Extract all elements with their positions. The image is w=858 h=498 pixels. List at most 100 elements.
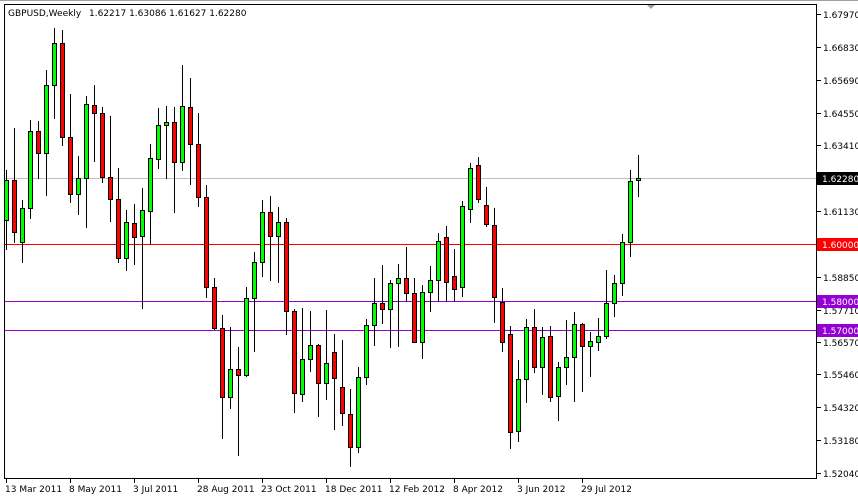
candle xyxy=(28,120,33,219)
price-tick-label: 1.53180 xyxy=(823,437,858,447)
candle-body xyxy=(260,212,265,263)
candle xyxy=(548,326,553,402)
candle-body xyxy=(132,223,137,238)
candle-body xyxy=(572,324,577,358)
candle-body xyxy=(140,210,145,237)
candle-body xyxy=(188,107,193,145)
candle-body xyxy=(276,222,281,237)
time-tick-label: 3 Jun 2012 xyxy=(517,485,565,495)
candle-body xyxy=(172,122,177,163)
candle-body xyxy=(116,199,121,259)
time-tick-label: 13 Mar 2011 xyxy=(5,485,62,495)
candle-body xyxy=(620,242,625,284)
level-label-text: 1.58000 xyxy=(822,298,858,308)
candle-body xyxy=(332,352,337,379)
candle-body xyxy=(268,212,273,237)
candle-body xyxy=(36,131,41,154)
candle-body xyxy=(52,43,57,86)
candle-body xyxy=(108,177,113,200)
candle-body xyxy=(460,206,465,288)
price-tick-label: 1.61130 xyxy=(823,208,858,218)
candle-body xyxy=(468,168,473,210)
price-tick-label: 1.52040 xyxy=(823,470,858,480)
candle-body xyxy=(252,262,257,299)
candle-body xyxy=(500,302,505,343)
level-label-text: 1.57000 xyxy=(822,327,858,337)
candle xyxy=(60,30,65,146)
candle-body xyxy=(316,345,321,384)
candle-body xyxy=(284,222,289,312)
candle-body xyxy=(92,105,97,114)
candle-body xyxy=(44,85,49,154)
candle-body xyxy=(324,363,329,384)
candle-body xyxy=(412,293,417,343)
candle-body xyxy=(604,303,609,337)
candle xyxy=(204,185,209,298)
candle-body xyxy=(20,208,25,243)
candle-body xyxy=(380,303,385,310)
time-tick-label: 18 Dec 2011 xyxy=(325,485,383,495)
candle-body xyxy=(428,280,433,293)
time-tick-label: 23 Oct 2011 xyxy=(261,485,317,495)
candle-body xyxy=(220,328,225,398)
price-tick-label: 1.55460 xyxy=(823,371,858,381)
candle-body xyxy=(348,414,353,448)
candle-body xyxy=(628,181,633,243)
candle-body xyxy=(516,379,521,432)
candle-body xyxy=(388,283,393,310)
candle-body xyxy=(244,298,249,376)
candle-body xyxy=(524,327,529,380)
candle-body xyxy=(356,377,361,448)
candle-body xyxy=(476,165,481,200)
candle-body xyxy=(636,178,641,181)
candle-body xyxy=(420,292,425,343)
candle xyxy=(100,107,105,183)
level-label-text: 1.62280 xyxy=(822,175,858,185)
time-tick-label: 3 Jul 2011 xyxy=(133,485,178,495)
price-tick-label: 1.56570 xyxy=(823,339,858,349)
price-tick-label: 1.64550 xyxy=(823,110,858,120)
candle-body xyxy=(612,283,617,304)
candle-body xyxy=(308,345,313,360)
candle-body xyxy=(492,225,497,298)
price-tick-label: 1.66830 xyxy=(823,44,858,54)
candle-body xyxy=(364,325,369,378)
time-tick-label: 28 Aug 2011 xyxy=(197,485,255,495)
candle-body xyxy=(532,327,537,368)
time-tick-label: 12 Feb 2012 xyxy=(389,485,445,495)
price-tick-label: 1.67970 xyxy=(823,11,858,21)
candle-body xyxy=(444,237,449,283)
candle-body xyxy=(60,43,65,138)
candle-body xyxy=(228,369,233,398)
candle-body xyxy=(236,369,241,376)
candle-body xyxy=(148,158,153,212)
candle-body xyxy=(580,324,585,347)
price-tick-label: 1.54320 xyxy=(823,404,858,414)
symbol-timeframe: GBPUSD,Weekly xyxy=(8,9,82,19)
candle xyxy=(508,326,513,449)
price-tick-label: 1.58850 xyxy=(823,274,858,284)
candle-body xyxy=(196,144,201,198)
candle-body xyxy=(292,311,297,394)
candle-body xyxy=(300,359,305,395)
candle-body xyxy=(484,205,489,225)
candle-body xyxy=(556,367,561,397)
candle-body xyxy=(4,180,9,221)
time-tick-label: 29 Jul 2012 xyxy=(581,485,632,495)
candle-body xyxy=(164,122,169,126)
candle-body xyxy=(564,357,569,368)
candle-body xyxy=(100,113,105,178)
candle-body xyxy=(588,341,593,347)
price-tick-label: 1.65690 xyxy=(823,77,858,87)
candle-body xyxy=(596,336,601,343)
candle-body xyxy=(548,336,553,398)
candlestick-chart[interactable]: 1.67970 1.66830 1.65690 1.64550 1.63410 1.611… xyxy=(0,0,858,498)
candle xyxy=(460,201,465,297)
candle-body xyxy=(68,137,73,195)
candle-body xyxy=(452,276,457,290)
candle-body xyxy=(396,278,401,284)
candle-body xyxy=(372,303,377,326)
price-tick-label: 1.57710 xyxy=(823,307,858,317)
candle-body xyxy=(12,180,17,233)
candle-body xyxy=(508,334,513,433)
